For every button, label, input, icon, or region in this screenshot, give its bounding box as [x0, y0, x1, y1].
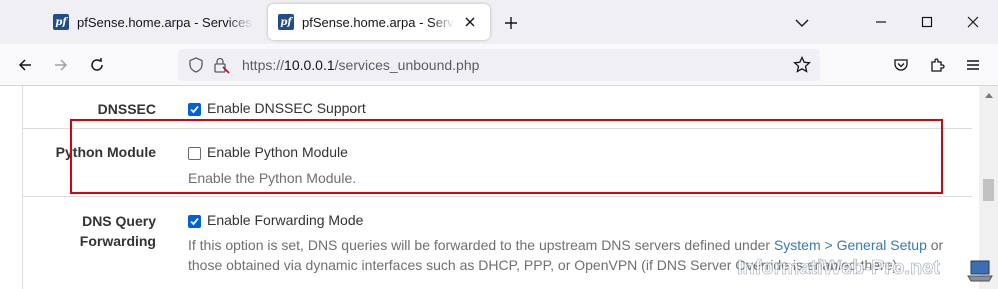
list-all-tabs-chevron-icon[interactable]	[791, 12, 813, 34]
scroll-up-arrow-icon[interactable]	[979, 86, 998, 103]
pfsense-favicon-icon: pf	[53, 14, 69, 30]
new-tab-button[interactable]	[500, 12, 522, 34]
url-scheme: https://	[242, 57, 285, 73]
menu-hamburger-icon[interactable]	[961, 53, 985, 77]
minimize-window-icon[interactable]	[858, 0, 904, 44]
dns-query-forwarding-label: DNS Query Forwarding	[20, 211, 156, 251]
close-window-icon[interactable]	[950, 0, 996, 44]
forwarding-help-prefix: If this option is set, DNS queries will …	[188, 237, 774, 253]
tab-title: pfSense.home.arpa - Services: DNS Resolv…	[302, 14, 454, 30]
navigation-toolbar: https://10.0.0.1/services_unbound.php	[0, 44, 998, 86]
tab-title: pfSense.home.arpa - Services: DNS Resolv…	[77, 14, 253, 30]
label-line-1: DNS Query	[82, 213, 156, 229]
laptop-logo-icon	[966, 258, 994, 284]
site-info-shield-icon[interactable]	[188, 57, 204, 78]
forwarding-mode-checkbox[interactable]	[188, 215, 201, 228]
url-text[interactable]: https://10.0.0.1/services_unbound.php	[242, 57, 479, 73]
forward-arrow-icon[interactable]	[49, 53, 73, 77]
pocket-icon[interactable]	[889, 53, 913, 77]
tab-active[interactable]: pf pfSense.home.arpa - Services: DNS Res…	[268, 4, 490, 40]
dnssec-label: DNSSEC	[97, 101, 156, 117]
system-general-setup-link[interactable]: System > General Setup	[774, 237, 927, 253]
watermark-text: InformatiWeb-Pro.net	[737, 257, 941, 280]
url-host: 10.0.0.1	[284, 57, 335, 73]
close-tab-icon[interactable]	[460, 12, 480, 32]
maximize-window-icon[interactable]	[904, 0, 950, 44]
scrollbar-thumb[interactable]	[983, 179, 994, 201]
back-arrow-icon[interactable]	[13, 53, 37, 77]
bookmark-star-icon[interactable]	[793, 55, 811, 79]
reload-icon[interactable]	[85, 53, 109, 77]
tab-strip: pf pfSense.home.arpa - Services: DNS Res…	[0, 0, 998, 44]
label-line-2: Forwarding	[79, 233, 156, 249]
dnssec-checkbox-label[interactable]: Enable DNSSEC Support	[207, 100, 366, 116]
forwarding-help-line-1: If this option is set, DNS queries will …	[188, 235, 943, 255]
address-bar[interactable]: https://10.0.0.1/services_unbound.php	[178, 49, 820, 81]
dnssec-checkbox[interactable]	[188, 103, 201, 116]
forwarding-help-suffix: or	[926, 237, 944, 253]
insecure-lock-icon[interactable]	[212, 56, 230, 79]
url-path: /services_unbound.php	[334, 57, 480, 73]
forwarding-mode-checkbox-label[interactable]: Enable Forwarding Mode	[207, 212, 363, 228]
extensions-puzzle-icon[interactable]	[925, 53, 949, 77]
pfsense-favicon-icon: pf	[278, 14, 294, 30]
highlight-box	[70, 119, 943, 194]
tab-inactive[interactable]: pf pfSense.home.arpa - Services: DNS Res…	[43, 4, 263, 40]
row-divider	[22, 196, 972, 197]
